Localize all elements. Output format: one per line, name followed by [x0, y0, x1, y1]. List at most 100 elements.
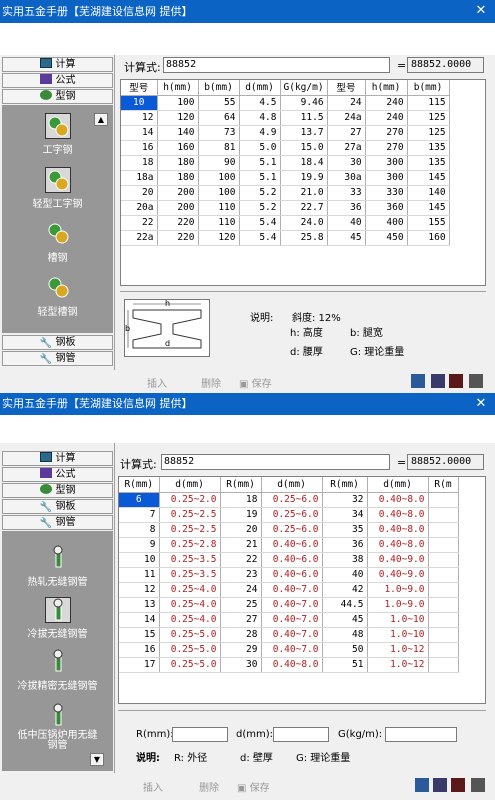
table-cell[interactable]: 0.40~7.0 [261, 582, 323, 598]
table-cell[interactable]: 220 [157, 215, 199, 231]
preview-icon[interactable] [431, 374, 445, 388]
table-cell[interactable]: 110 [198, 215, 240, 231]
table-cell[interactable]: 32 [322, 492, 368, 508]
table-cell[interactable]: 1.0~9.0 [367, 582, 429, 598]
table-cell[interactable]: 27a [327, 140, 366, 156]
table-cell[interactable]: 0.25~4.0 [159, 597, 221, 613]
table-cell[interactable]: 5.2 [239, 185, 281, 201]
table-cell[interactable]: 0.40~8.0 [367, 537, 429, 553]
column-header[interactable]: b(mm) [198, 80, 240, 96]
table-cell[interactable]: 0.40~6.0 [261, 567, 323, 583]
table-cell[interactable]: 20 [121, 185, 158, 201]
table-cell[interactable]: 100 [198, 170, 240, 186]
table-cell[interactable]: 400 [365, 215, 408, 231]
column-header[interactable]: d(mm) [261, 477, 323, 493]
save-button[interactable]: ▣ 保存 [239, 375, 272, 390]
table-cell[interactable]: 4.5 [239, 95, 281, 111]
preview-icon[interactable] [433, 778, 447, 792]
table-cell[interactable]: 0.40~9.0 [367, 552, 429, 568]
table-cell[interactable]: 14 [121, 125, 158, 141]
column-header[interactable]: R(mm) [220, 477, 262, 493]
table-cell[interactable]: 50 [322, 642, 368, 658]
column-header[interactable]: G(kg/m) [280, 80, 328, 96]
table-cell[interactable]: 22a [121, 230, 158, 246]
table-cell[interactable] [428, 552, 459, 568]
table-cell[interactable]: 18.4 [280, 155, 328, 171]
nav-section-steel[interactable]: 型钢 [2, 483, 113, 498]
table-cell[interactable]: 5.4 [239, 230, 281, 246]
shelf-item-boiler-pipe[interactable]: 低中压锅炉用无缝钢管 [2, 703, 113, 751]
table-row[interactable]: 14 140 73 4.9 13.7 27 270 125 [121, 125, 450, 141]
table-cell[interactable]: 0.25~3.5 [159, 567, 221, 583]
table-cell[interactable]: 40 [322, 567, 368, 583]
table-cell[interactable]: 30 [327, 155, 366, 171]
table-cell[interactable]: 24 [327, 95, 366, 111]
table-row[interactable]: 6 0.25~2.0 18 0.25~6.0 32 0.40~8.0 [119, 492, 459, 508]
table-cell[interactable]: 100 [157, 95, 199, 111]
table-cell[interactable]: 36 [327, 200, 366, 216]
table-cell[interactable]: 15 [119, 627, 160, 643]
table-cell[interactable]: 0.25~5.0 [159, 627, 221, 643]
table-cell[interactable]: 24.0 [280, 215, 328, 231]
export-icon[interactable] [449, 374, 463, 388]
nav-section-steel[interactable]: 型钢 [2, 89, 113, 104]
table-cell[interactable]: 27 [220, 612, 262, 628]
table-cell[interactable]: 220 [157, 230, 199, 246]
table-cell[interactable] [428, 642, 459, 658]
table-cell[interactable]: 0.25~2.5 [159, 507, 221, 523]
save-button[interactable]: ▣ 保存 [237, 779, 270, 794]
table-cell[interactable]: 120 [198, 230, 240, 246]
table-cell[interactable]: 20a [121, 200, 158, 216]
close-icon[interactable]: ✕ [473, 393, 489, 415]
column-header[interactable]: h(mm) [365, 80, 408, 96]
delete-button[interactable]: 删除 [199, 779, 219, 794]
table-row[interactable]: 12 120 64 4.8 11.5 24a 240 125 [121, 110, 450, 126]
table-row[interactable]: 8 0.25~2.5 20 0.25~6.0 35 0.40~8.0 [119, 522, 459, 538]
table-cell[interactable]: 330 [365, 185, 408, 201]
shelf-item-precision-pipe[interactable]: 冷拔精密无缝钢管 [2, 649, 113, 692]
table-cell[interactable]: 200 [157, 200, 199, 216]
table-row[interactable]: 18a 180 100 5.1 19.9 30a 300 145 [121, 170, 450, 186]
table-row[interactable]: 10 100 55 4.5 9.46 24 240 115 [121, 95, 450, 111]
table-cell[interactable] [428, 537, 459, 553]
table-cell[interactable]: 25.8 [280, 230, 328, 246]
print-icon[interactable] [415, 778, 429, 792]
table-row[interactable]: 10 0.25~3.5 22 0.40~6.0 38 0.40~9.0 [119, 552, 459, 568]
scroll-down-icon[interactable]: ▼ [90, 753, 104, 766]
table-cell[interactable]: 23 [220, 567, 262, 583]
table-cell[interactable]: 120 [157, 110, 199, 126]
table-cell[interactable]: 48 [322, 627, 368, 643]
help-icon[interactable] [471, 778, 485, 792]
table-cell[interactable]: 0.25~3.5 [159, 552, 221, 568]
table-cell[interactable]: 25 [220, 597, 262, 613]
table-cell[interactable]: 16 [119, 642, 160, 658]
table-row[interactable]: 12 0.25~4.0 24 0.40~7.0 42 1.0~9.0 [119, 582, 459, 598]
table-cell[interactable]: 145 [407, 170, 450, 186]
table-cell[interactable]: 14 [119, 612, 160, 628]
export-icon[interactable] [451, 778, 465, 792]
table-cell[interactable]: 240 [365, 110, 408, 126]
column-header[interactable]: h(mm) [157, 80, 199, 96]
table-cell[interactable]: 18a [121, 170, 158, 186]
table-cell[interactable]: 1.0~12 [367, 642, 429, 658]
table-row[interactable]: 17 0.25~5.0 30 0.40~8.0 51 1.0~12 [119, 657, 459, 673]
table-cell[interactable] [428, 522, 459, 538]
table-cell[interactable]: 44.5 [322, 597, 368, 613]
table-cell[interactable]: 18 [220, 492, 262, 508]
table-cell[interactable]: 35 [322, 522, 368, 538]
table-cell[interactable]: 0.25~5.0 [159, 657, 221, 673]
column-header[interactable]: d(mm) [159, 477, 221, 493]
table-row[interactable]: 13 0.25~4.0 25 0.40~7.0 44.5 1.0~9.0 [119, 597, 459, 613]
table-cell[interactable]: 0.25~2.0 [159, 492, 221, 508]
table-cell[interactable] [428, 627, 459, 643]
table-cell[interactable]: 10 [119, 552, 160, 568]
table-cell[interactable]: 180 [157, 170, 199, 186]
shelf-item-light-i-beam[interactable]: 轻型工字钢 [2, 167, 113, 210]
table-cell[interactable]: 0.40~9.0 [367, 567, 429, 583]
table-cell[interactable]: 28 [220, 627, 262, 643]
formula-input[interactable]: 88852 [161, 454, 390, 470]
table-cell[interactable]: 21 [220, 537, 262, 553]
table-cell[interactable]: 1.0~9.0 [367, 597, 429, 613]
nav-steel-plate[interactable]: 🔧 钢板 [2, 335, 113, 350]
table-cell[interactable]: 0.40~7.0 [261, 612, 323, 628]
